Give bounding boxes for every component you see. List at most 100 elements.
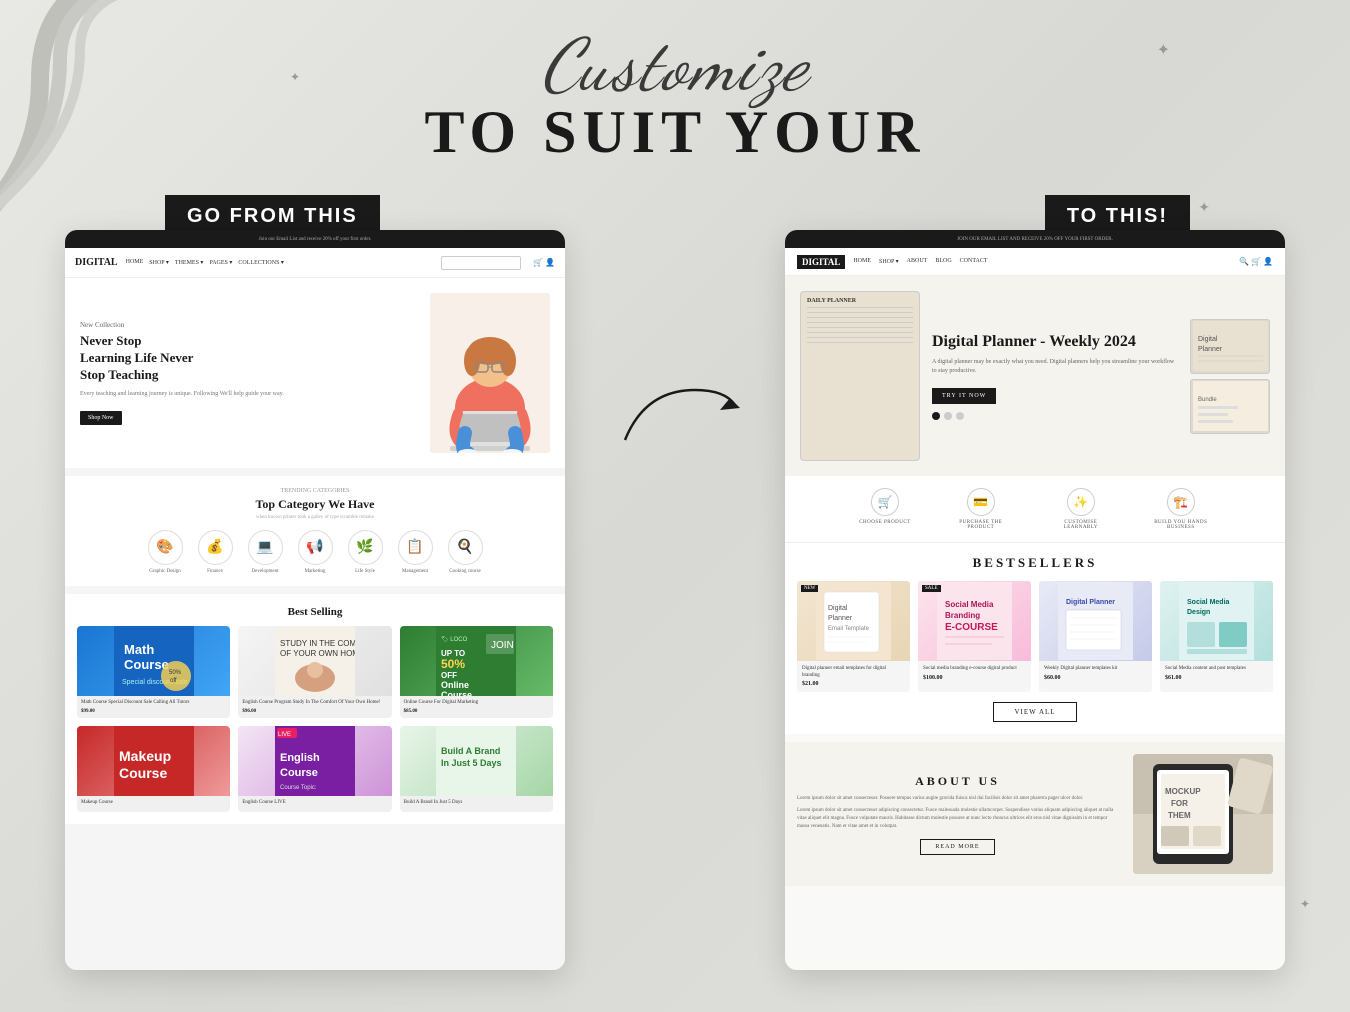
svg-text:Build A Brand: Build A Brand bbox=[441, 746, 500, 756]
rs-weekly-img: Digital Planner bbox=[1039, 581, 1152, 661]
svg-text:🏷 LOCO: 🏷 LOCO bbox=[441, 636, 468, 643]
ls-english-info: English Course Program Study In The Comf… bbox=[238, 696, 391, 718]
ls-english-img: STUDY IN THE COMFORT OF YOUR OWN HOME! bbox=[238, 626, 391, 696]
ls-hero-small: New Collection bbox=[80, 321, 420, 329]
rs-view-all-btn[interactable]: VIEW ALL bbox=[993, 702, 1076, 722]
rs-purchase-label: PURCHASE THE PRODUCT bbox=[951, 520, 1011, 530]
rs-social-price: $61.00 bbox=[1165, 675, 1268, 681]
ls-nav-links: HOME SHOP ▾ THEMES ▾ PAGES ▾ COLLECTIONS… bbox=[126, 259, 284, 266]
svg-text:MOCKUP: MOCKUP bbox=[1165, 787, 1201, 796]
customize-title: Customize bbox=[0, 30, 1350, 102]
ls-logo: DIGITAL bbox=[75, 257, 118, 268]
left-screenshot: Join our Email List and receive 20% off … bbox=[65, 230, 565, 970]
rs-view-all: VIEW ALL bbox=[797, 702, 1273, 722]
ls-makeup-title: Makeup Course bbox=[81, 800, 226, 807]
rs-product-grid: NEW Digital Planner Email Template bbox=[797, 581, 1273, 692]
rs-read-more-btn[interactable]: READ MORE bbox=[920, 839, 994, 855]
rs-social-title-text: Social Media content and post templates bbox=[1165, 666, 1268, 673]
svg-text:Branding: Branding bbox=[945, 611, 980, 620]
ls-categories-title: Top Category We Have bbox=[77, 497, 553, 512]
rs-about: ABOUT US Lorem ipsum dolor sit amet cons… bbox=[785, 742, 1285, 886]
ls-nav-icons: 🛒 👤 bbox=[533, 258, 555, 267]
rs-about-image: MOCKUP FOR THEM bbox=[1133, 754, 1273, 874]
ls-hero-image bbox=[430, 293, 550, 453]
rs-hero-h1: Digital Planner - Weekly 2024 bbox=[932, 332, 1178, 351]
rs-weekly-info: Weekly Digital planner templates kit $60… bbox=[1039, 661, 1152, 686]
rs-topbar: JOIN OUR EMAIL LIST AND RECEIVE 20% OFF … bbox=[785, 230, 1285, 248]
rs-about-text: ABOUT US Lorem ipsum dolor sit amet cons… bbox=[797, 774, 1118, 855]
ls-product-grid: Math Course Special discount sale 50% of… bbox=[77, 626, 553, 718]
svg-text:50%: 50% bbox=[441, 657, 465, 671]
ls-english2-img: LIVE English Course Course Topic: bbox=[238, 726, 391, 796]
rs-hero-btn[interactable]: TRY IT NOW bbox=[932, 388, 996, 404]
ls-category-lifestyle: 🌿 Life Style bbox=[348, 530, 383, 574]
ls-category-cooking: 🍳 Cooking course bbox=[448, 530, 483, 574]
rs-read-more: READ MORE bbox=[797, 839, 1118, 855]
arrow-decoration bbox=[595, 360, 755, 460]
svg-text:STUDY IN THE COMFORT: STUDY IN THE COMFORT bbox=[280, 639, 355, 648]
svg-text:Online: Online bbox=[441, 680, 469, 690]
sparkle-mid-right: ✦ bbox=[1198, 200, 1210, 217]
rs-planner-title: DAILY PLANNER bbox=[807, 298, 913, 304]
hero-person-svg bbox=[430, 293, 550, 453]
ls-finance-icon: 💰 bbox=[198, 530, 233, 565]
svg-text:English: English bbox=[280, 752, 320, 764]
ls-english2-title: English Course LIVE bbox=[242, 800, 387, 807]
ls-product-math: Math Course Special discount sale 50% of… bbox=[77, 626, 230, 718]
svg-text:Course: Course bbox=[280, 767, 318, 779]
ls-dev-label: Development bbox=[252, 569, 279, 574]
svg-text:Course: Course bbox=[119, 765, 167, 781]
rs-planner-price: $21.00 bbox=[802, 681, 905, 687]
ls-math-info: Math Course Special Discount Sale Callin… bbox=[77, 696, 230, 718]
svg-text:FOR: FOR bbox=[1171, 799, 1188, 808]
ls-product-online: 🏷 LOCO UP TO 50% OFF Online Course JOIN bbox=[400, 626, 553, 718]
ls-topbar-text: Join our Email List and receive 20% off … bbox=[73, 237, 557, 242]
right-screen-content: JOIN OUR EMAIL LIST AND RECEIVE 20% OFF … bbox=[785, 230, 1285, 970]
svg-text:OF YOUR OWN HOME!: OF YOUR OWN HOME! bbox=[280, 649, 355, 658]
rs-branding-badge: SALE bbox=[922, 585, 941, 592]
ls-makeup-img: Makeup Course bbox=[77, 726, 230, 796]
rs-bestsellers-title: BESTSELLERS bbox=[797, 555, 1273, 571]
rs-about-p2: Lorem ipsum dolor sit amet consecteuer a… bbox=[797, 807, 1118, 831]
svg-text:Planner: Planner bbox=[1198, 346, 1223, 353]
ls-cooking-icon: 🍳 bbox=[448, 530, 483, 565]
ls-english-title: English Course Program Study In The Comf… bbox=[242, 700, 387, 707]
ls-build-info: Build A Brand In Just 5 Days bbox=[400, 796, 553, 813]
ls-category-management: 📋 Management bbox=[398, 530, 433, 574]
ls-marketing-icon: 📢 bbox=[298, 530, 333, 565]
ls-category-finance: 💰 Finance bbox=[198, 530, 233, 574]
page-wrapper: ✦ ✦ ✦ ✦ ✦ Customize TO SUIT YOUR GO FROM… bbox=[0, 0, 1350, 1012]
svg-text:Digital Planner: Digital Planner bbox=[1066, 599, 1115, 606]
rs-side-card-1: Digital Planner bbox=[1190, 319, 1270, 374]
rs-step-build: 🏗️ BUILD YOU HANDS BUSINESS bbox=[1151, 488, 1211, 530]
rs-weekly-price: $60.00 bbox=[1044, 675, 1147, 681]
svg-text:OFF: OFF bbox=[441, 671, 457, 680]
svg-text:THEM: THEM bbox=[1168, 811, 1191, 820]
rs-planner-title-text: Digital planner email templates for digi… bbox=[802, 666, 905, 679]
rs-hero-p: A digital planner may be exactly what yo… bbox=[932, 358, 1178, 376]
rs-topbar-text: JOIN OUR EMAIL LIST AND RECEIVE 20% OFF … bbox=[795, 237, 1275, 242]
ls-hero-btn[interactable]: Shop Now bbox=[80, 411, 122, 425]
svg-text:LIVE: LIVE bbox=[278, 732, 291, 738]
ls-management-icon: 📋 bbox=[398, 530, 433, 565]
rs-product-social: Social Media Design Social Media content… bbox=[1160, 581, 1273, 692]
ls-categories-subtitle: when known printer took a galley of type… bbox=[77, 515, 553, 520]
svg-text:Design: Design bbox=[1187, 609, 1210, 616]
rs-choose-label: CHOOSE PRODUCT bbox=[859, 520, 911, 525]
svg-text:Social Media: Social Media bbox=[945, 600, 994, 609]
ls-navbar: DIGITAL HOME SHOP ▾ THEMES ▾ PAGES ▾ COL… bbox=[65, 248, 565, 278]
rs-step-customise: ✨ CUSTOMISE LEARNABLY bbox=[1051, 488, 1111, 530]
rs-purchase-icon: 💳 bbox=[967, 488, 995, 516]
ls-online-price: $85.00 bbox=[404, 709, 549, 714]
svg-text:Bundle: Bundle bbox=[1198, 397, 1217, 403]
rs-about-p1: Lorem ipsum dolor sit amet consecteuer. … bbox=[797, 795, 1118, 803]
header-area: Customize TO SUIT YOUR bbox=[0, 30, 1350, 162]
svg-text:E-COURSE: E-COURSE bbox=[945, 622, 998, 633]
rs-social-info: Social Media content and post templates … bbox=[1160, 661, 1273, 686]
left-screen-content: Join our Email List and receive 20% off … bbox=[65, 230, 565, 970]
ls-topbar: Join our Email List and receive 20% off … bbox=[65, 230, 565, 248]
ls-hero-text: New Collection Never StopLearning Life N… bbox=[80, 321, 420, 425]
rs-build-label: BUILD YOU HANDS BUSINESS bbox=[1151, 520, 1211, 530]
rs-customise-icon: ✨ bbox=[1067, 488, 1095, 516]
svg-text:Course Topic:: Course Topic: bbox=[280, 785, 317, 791]
